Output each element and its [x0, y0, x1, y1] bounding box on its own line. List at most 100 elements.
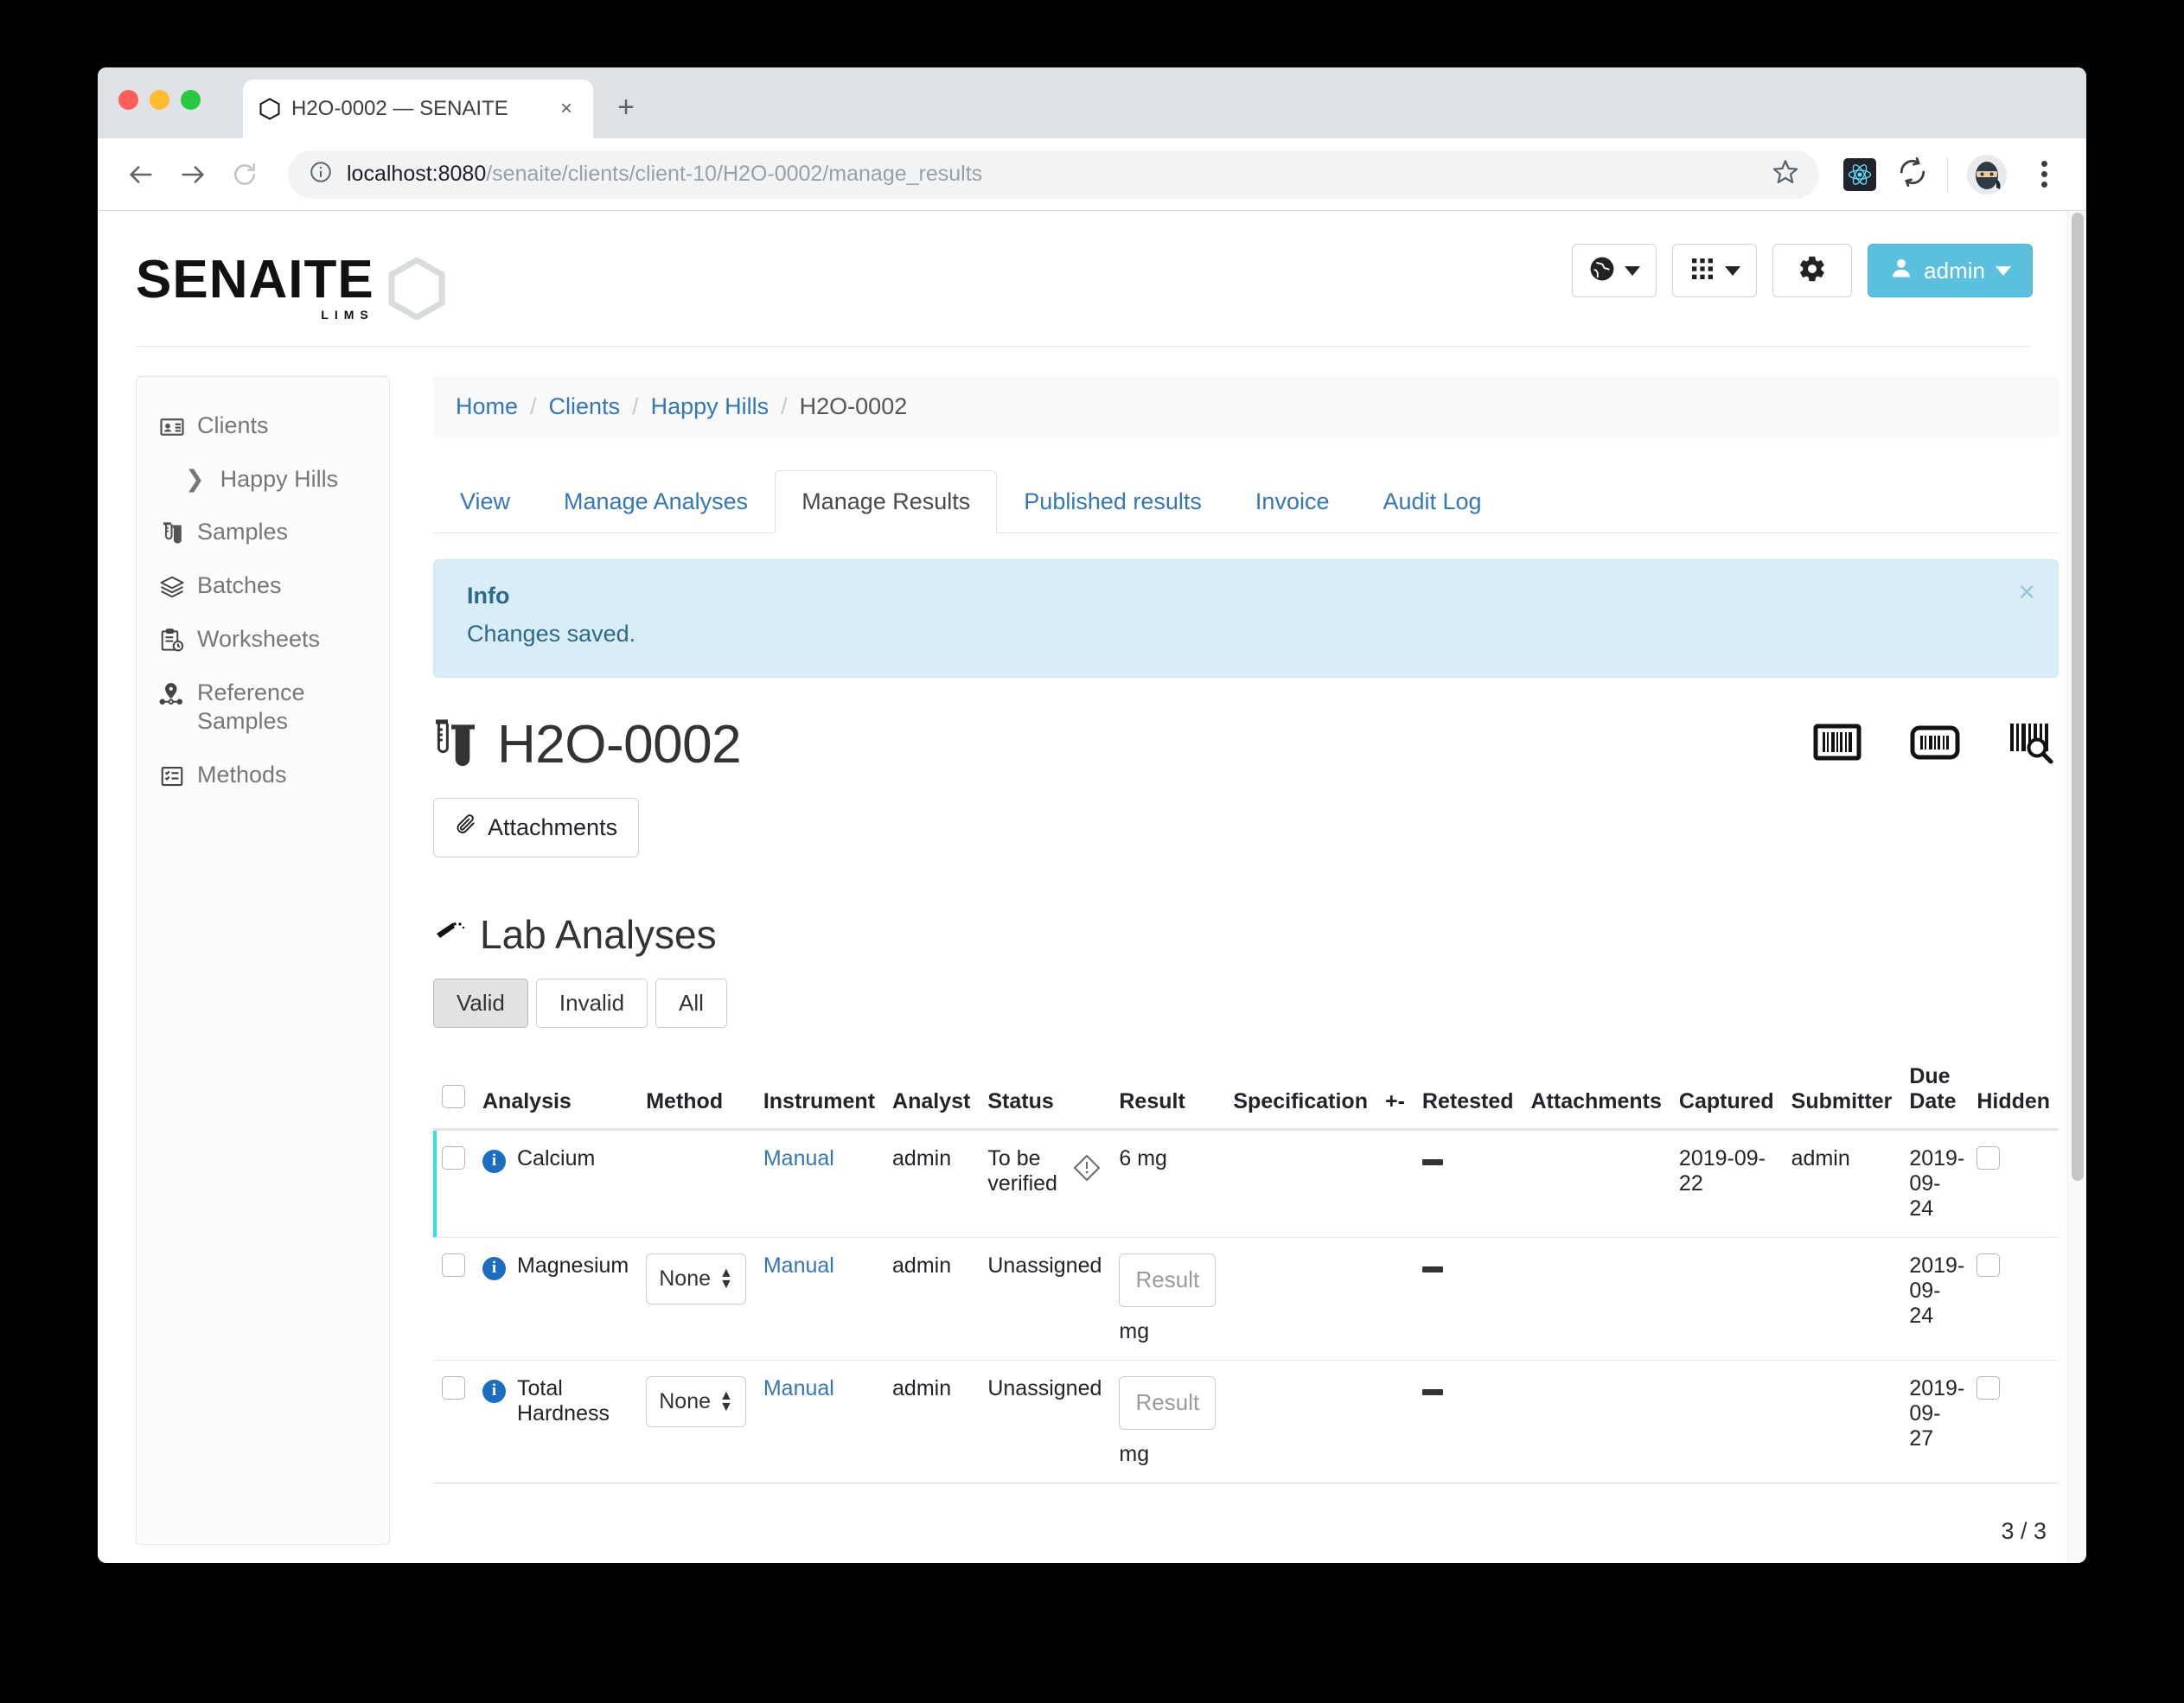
table-row[interactable]: i Magnesium None ▲ ▼ Manual admin Unassi… [433, 1237, 2059, 1361]
sidebar-item-label: Methods [197, 762, 287, 788]
address-bar[interactable]: localhost:8080/senaite/clients/client-10… [288, 150, 1819, 199]
settings-button[interactable] [1772, 244, 1853, 297]
filter-invalid-button[interactable]: Invalid [535, 978, 648, 1028]
result-input[interactable]: Result [1119, 1253, 1217, 1307]
close-tab-button[interactable]: × [553, 96, 579, 122]
cell-attachments [1522, 1129, 1670, 1238]
test-tube-icon [159, 520, 185, 546]
info-icon[interactable]: i [482, 1256, 506, 1280]
cell-retested [1413, 1360, 1523, 1483]
table-row[interactable]: i Total Hardness None ▲ ▼ Manual admin U… [433, 1360, 2059, 1483]
tab-published-results[interactable]: Published results [997, 470, 1229, 533]
cell-submitter [1782, 1237, 1901, 1361]
sidebar-item-samples[interactable]: Samples [137, 506, 389, 559]
info-icon[interactable]: i [482, 1379, 506, 1403]
barcode-rounded-icon[interactable] [1910, 724, 1960, 766]
instrument-link[interactable]: Manual [763, 1253, 834, 1278]
language-selector-button[interactable] [1572, 244, 1657, 297]
sidebar-item-methods[interactable]: Methods [137, 749, 389, 802]
cell-submitter: admin [1782, 1129, 1901, 1238]
sidebar-item-worksheets[interactable]: Worksheets [137, 613, 389, 667]
cell-analyst: admin [884, 1129, 980, 1238]
tab-invoice[interactable]: Invoice [1229, 470, 1357, 533]
vertical-scrollbar[interactable] [2067, 211, 2086, 1563]
result-input[interactable]: Result [1119, 1375, 1217, 1430]
hexagon-logo-icon [388, 256, 445, 321]
warning-diamond-icon[interactable] [1072, 1153, 1102, 1189]
analysis-filter-group: Valid Invalid All [433, 978, 2059, 1028]
flask-pour-icon [433, 919, 466, 949]
hidden-checkbox[interactable] [1976, 1375, 2001, 1400]
barcode-search-icon[interactable] [2008, 720, 2059, 769]
browser-menu-button[interactable] [2024, 161, 2064, 188]
info-icon[interactable]: i [482, 1149, 506, 1173]
method-select-value: None [659, 1388, 711, 1413]
breadcrumb-separator: / [632, 392, 639, 419]
column-header-captured: Captured [1670, 1063, 1783, 1131]
close-window-button[interactable] [118, 90, 138, 110]
table-row[interactable]: i Calcium Manual admin To be verified 6 … [433, 1129, 2059, 1238]
section-title: Lab Analyses [480, 911, 717, 957]
forward-button[interactable] [169, 150, 217, 199]
cell-status: Unassigned [979, 1360, 1111, 1483]
profile-avatar[interactable] [1967, 154, 2007, 195]
attachments-button[interactable]: Attachments [433, 797, 640, 858]
sidebar-item-clients[interactable]: Clients [137, 399, 389, 453]
senaite-logo-subtitle: LIMS [321, 307, 374, 322]
breadcrumb-item-home[interactable]: Home [456, 393, 518, 420]
column-header-hidden: Hidden [1968, 1063, 2059, 1131]
breadcrumb-separator: / [781, 392, 788, 419]
user-menu-button[interactable]: admin [1868, 244, 2033, 297]
react-devtools-extension-icon[interactable] [1843, 157, 1876, 191]
maximize-window-button[interactable] [181, 90, 201, 110]
senaite-logo[interactable]: SENAITE LIMS [136, 240, 445, 322]
tab-manage-results[interactable]: Manage Results [775, 469, 998, 533]
retested-dash-icon [1421, 1388, 1443, 1395]
tab-view[interactable]: View [433, 470, 537, 533]
filter-all-button[interactable]: All [655, 978, 727, 1028]
header-actions: admin [1572, 240, 2033, 297]
paperclip-icon [455, 813, 477, 842]
instrument-link[interactable]: Manual [763, 1146, 834, 1170]
row-select-cell [433, 1129, 474, 1238]
cell-captured [1670, 1360, 1783, 1483]
scrollbar-thumb[interactable] [2072, 213, 2084, 1181]
hidden-checkbox[interactable] [1976, 1145, 2001, 1170]
hidden-checkbox[interactable] [1976, 1253, 2001, 1277]
sidebar-item-reference-samples[interactable]: Reference Samples [137, 667, 389, 749]
browser-tab[interactable]: H2O-0002 — SENAITE × [243, 80, 593, 138]
cell-due-date: 2019-09-24 [1900, 1129, 1969, 1238]
analysis-name: Magnesium [517, 1253, 629, 1278]
map-pin-nodes-icon [159, 681, 185, 707]
breadcrumb-item-clients[interactable]: Clients [549, 393, 621, 420]
tab-audit-log[interactable]: Audit Log [1356, 470, 1508, 533]
new-tab-button[interactable]: + [609, 90, 643, 124]
bookmark-star-icon[interactable] [1771, 157, 1800, 191]
row-checkbox[interactable] [442, 1375, 465, 1400]
breadcrumb: Home / Clients / Happy Hills / H2O-0002 [433, 375, 2059, 437]
row-checkbox[interactable] [442, 1145, 465, 1170]
method-select[interactable]: None ▲ ▼ [646, 1253, 746, 1304]
select-all-checkbox[interactable] [442, 1084, 465, 1108]
filter-valid-button[interactable]: Valid [433, 978, 528, 1028]
layers-icon [159, 574, 185, 600]
tab-manage-analyses[interactable]: Manage Analyses [537, 470, 775, 533]
site-info-icon[interactable] [309, 160, 333, 188]
sidebar-item-batches[interactable]: Batches [137, 559, 389, 613]
back-button[interactable] [117, 150, 165, 199]
close-icon[interactable]: × [2018, 577, 2035, 607]
method-select[interactable]: None ▲ ▼ [646, 1375, 746, 1427]
globe-icon [1588, 255, 1616, 287]
apps-grid-button[interactable] [1672, 244, 1758, 297]
sync-extension-icon[interactable] [1897, 156, 1928, 192]
reload-button[interactable] [220, 150, 269, 199]
alert-title: Info [467, 582, 510, 609]
row-checkbox[interactable] [442, 1253, 465, 1277]
cell-analysis: i Calcium [474, 1129, 638, 1238]
retested-dash-icon [1421, 1266, 1443, 1272]
sidebar-item-happy-hills[interactable]: ❯ Happy Hills [137, 453, 389, 507]
barcode-box-icon[interactable] [1813, 721, 1862, 769]
instrument-link[interactable]: Manual [763, 1376, 834, 1400]
minimize-window-button[interactable] [150, 90, 169, 110]
breadcrumb-item-happy-hills[interactable]: Happy Hills [651, 393, 770, 420]
